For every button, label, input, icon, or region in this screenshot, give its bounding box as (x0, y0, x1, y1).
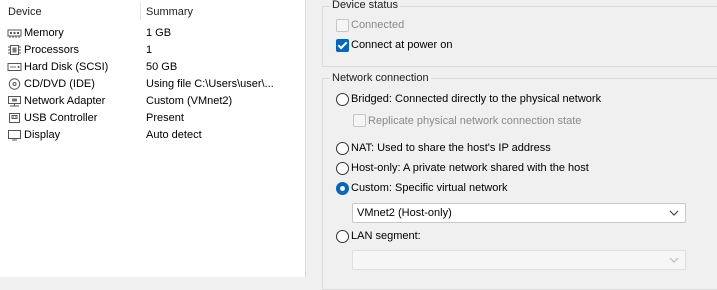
summary-column-header[interactable]: Summary (146, 5, 193, 19)
device-row-usb-controller[interactable]: USB Controller Present (0, 110, 305, 127)
lan-segment-radio[interactable] (336, 230, 349, 243)
network-connection-title: Network connection (330, 72, 431, 85)
device-summary: Present (146, 112, 184, 124)
device-list-header: Device Summary (0, 0, 305, 22)
chevron-down-icon (669, 257, 679, 263)
bridged-radio[interactable] (336, 93, 349, 106)
custom-label[interactable]: Custom: Specific virtual network (351, 182, 508, 195)
device-list[interactable]: Device Summary Memory 1 GB Processors 1 … (0, 0, 306, 277)
usb-controller-icon (9, 113, 20, 123)
device-summary: Auto detect (146, 129, 202, 141)
display-icon (8, 130, 21, 141)
replicate-state-label: Replicate physical network connection st… (368, 115, 582, 127)
chevron-down-icon (669, 210, 679, 216)
device-name: USB Controller (24, 112, 98, 124)
host-only-label[interactable]: Host-only: A private network shared with… (351, 162, 589, 175)
device-name: Processors (24, 44, 80, 56)
device-name: Memory (24, 27, 64, 39)
device-name: Display (24, 129, 61, 141)
processor-icon (8, 45, 21, 55)
hard-disk-icon (7, 63, 22, 71)
nat-radio[interactable] (336, 142, 349, 155)
device-summary: 50 GB (146, 61, 178, 73)
device-row-hard-disk[interactable]: Hard Disk (SCSI) 50 GB (0, 59, 305, 76)
connected-label: Connected (351, 19, 405, 31)
connect-at-power-on-checkbox[interactable] (336, 39, 349, 52)
device-row-processors[interactable]: Processors 1 (0, 42, 305, 59)
host-only-radio[interactable] (336, 162, 349, 175)
device-status-title: Device status (330, 0, 401, 12)
nat-label[interactable]: NAT: Used to share the host's IP address (351, 142, 551, 155)
device-row-memory[interactable]: Memory 1 GB (0, 25, 305, 42)
connect-at-power-on-label[interactable]: Connect at power on (351, 39, 453, 52)
memory-icon (7, 29, 22, 38)
device-name: CD/DVD (IDE) (24, 78, 95, 90)
device-summary: Custom (VMnet2) (146, 95, 233, 107)
custom-radio[interactable] (336, 182, 349, 195)
replicate-state-checkbox[interactable] (353, 114, 366, 127)
bridged-label[interactable]: Bridged: Connected directly to the physi… (351, 93, 601, 106)
column-separator[interactable] (140, 2, 141, 20)
connected-checkbox[interactable] (336, 19, 349, 32)
device-row-network-adapter[interactable]: Network Adapter Custom (VMnet2) (0, 93, 305, 110)
lan-segment-label[interactable]: LAN segment: (351, 230, 421, 243)
device-status-group (322, 6, 717, 67)
device-summary: 1 GB (146, 27, 172, 39)
custom-network-select[interactable]: VMnet2 (Host-only) (352, 203, 686, 223)
device-name: Network Adapter (24, 95, 106, 107)
device-row-cd-dvd[interactable]: CD/DVD (IDE) Using file C:\Users\user\..… (0, 76, 305, 93)
device-summary: Using file C:\Users\user\... (146, 78, 274, 90)
device-row-display[interactable]: Display Auto detect (0, 127, 305, 144)
device-name: Hard Disk (SCSI) (24, 61, 109, 73)
lan-segment-select[interactable] (352, 250, 686, 270)
network-adapter-icon (8, 96, 21, 107)
cd-dvd-icon (8, 78, 21, 90)
device-summary: 1 (146, 44, 153, 56)
custom-network-value: VMnet2 (Host-only) (357, 207, 452, 219)
device-column-header[interactable]: Device (8, 5, 42, 19)
